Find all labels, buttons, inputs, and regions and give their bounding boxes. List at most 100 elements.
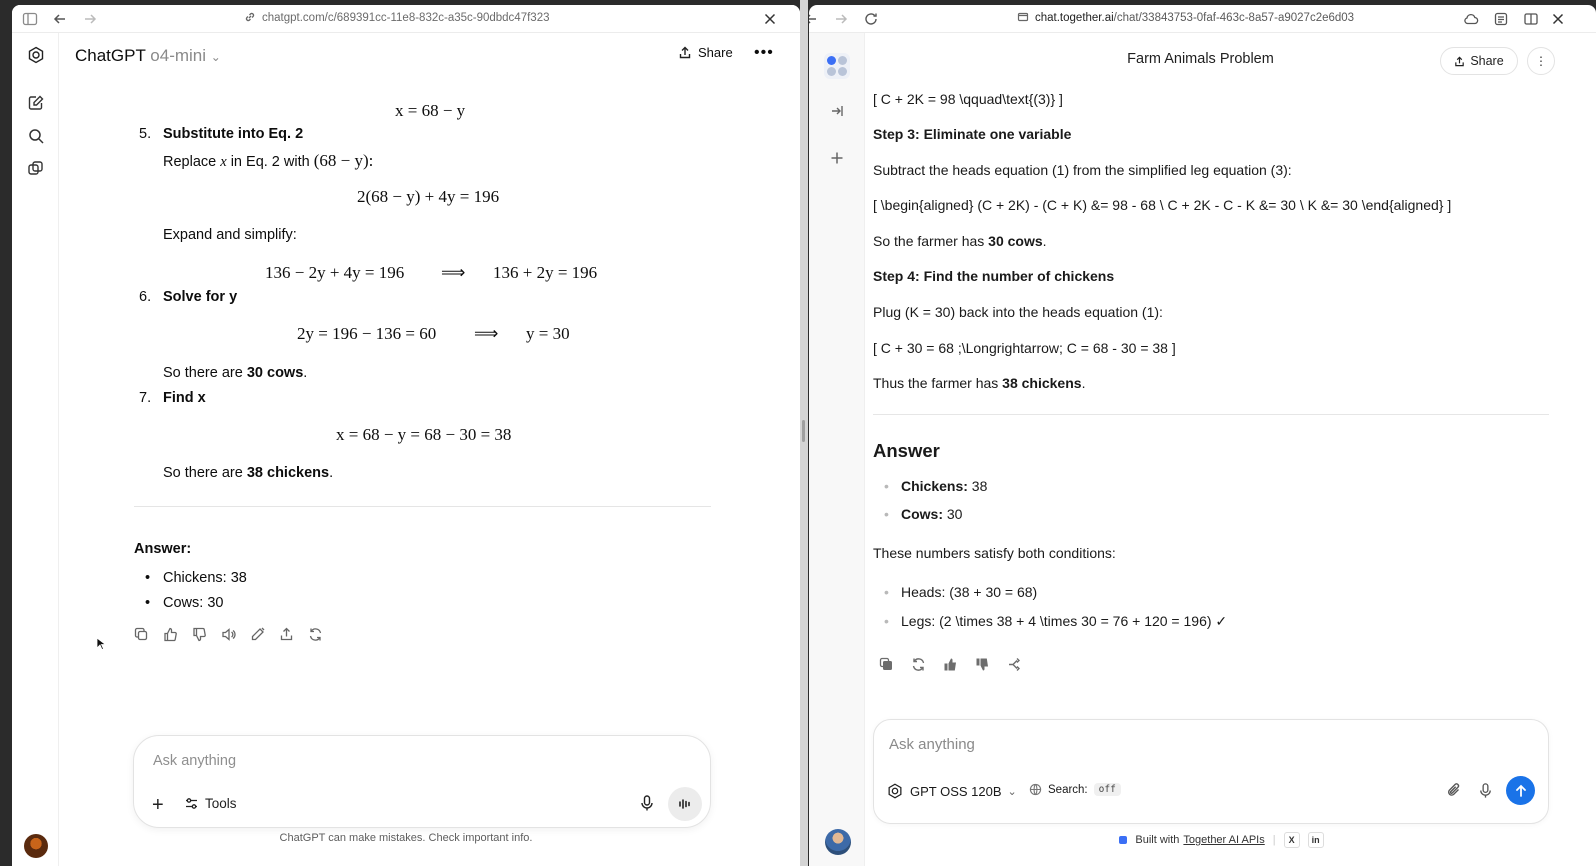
- search-icon[interactable]: [26, 126, 46, 146]
- back-arrow-icon[interactable]: [809, 11, 819, 27]
- close-icon[interactable]: [1550, 11, 1566, 27]
- globe-icon: [1029, 783, 1042, 796]
- model-name: o4-mini: [150, 46, 207, 65]
- forward-arrow-icon[interactable]: [833, 11, 849, 27]
- share-icon: [679, 46, 691, 58]
- chatgpt-window: chatgpt.com/c/689391cc-11e8-832c-a35c-90…: [12, 5, 800, 866]
- list-item: Chickens: 38: [884, 478, 987, 494]
- together-logo[interactable]: [824, 53, 850, 79]
- equation: 136 + 2y = 196: [493, 263, 598, 282]
- sliders-icon: [186, 798, 197, 809]
- address-bar[interactable]: chatgpt.com/c/689391cc-11e8-832c-a35c-90…: [244, 11, 549, 24]
- thumbs-down-icon[interactable]: [192, 627, 207, 642]
- reload-icon[interactable]: [863, 11, 879, 27]
- waveform-icon: [679, 799, 690, 809]
- step-number: 7.: [139, 390, 152, 406]
- more-options-button[interactable]: ⋮: [1527, 47, 1555, 75]
- together-apis-link[interactable]: Together AI APIs: [1183, 834, 1264, 846]
- library-icon[interactable]: [26, 159, 46, 179]
- read-aloud-icon[interactable]: [221, 627, 236, 642]
- paragraph: [ \begin{aligned} (C + 2K) - (C + K) &= …: [873, 197, 1452, 213]
- share-button[interactable]: Share: [678, 45, 733, 60]
- window-divider[interactable]: [800, 0, 808, 866]
- thumbs-down-icon[interactable]: [975, 657, 990, 672]
- link-icon: [244, 11, 256, 23]
- step-title: Find x: [163, 390, 206, 406]
- equation: y = 30: [526, 324, 570, 343]
- reader-icon[interactable]: [1493, 11, 1509, 27]
- add-attachment-button[interactable]: +: [152, 794, 164, 817]
- equation: 2y = 196 − 136 = 60: [297, 324, 437, 343]
- regenerate-icon[interactable]: [911, 657, 926, 672]
- user-avatar[interactable]: [825, 829, 851, 855]
- implies-arrow: ⟹: [474, 324, 499, 343]
- step-heading: Step 3: Eliminate one variable: [873, 126, 1072, 142]
- list-item: Cows: 30: [145, 595, 224, 611]
- paragraph: Expand and simplify:: [163, 227, 297, 243]
- composer-input[interactable]: Ask anything: [889, 736, 975, 753]
- regenerate-icon[interactable]: [308, 627, 323, 642]
- chat-composer[interactable]: Ask anything GPT OSS 120B ⌄ Search: off: [873, 719, 1549, 824]
- footer-text: Built with: [1135, 834, 1180, 846]
- attach-icon[interactable]: [1446, 782, 1463, 799]
- disclaimer: ChatGPT can make mistakes. Check importa…: [279, 832, 533, 844]
- paragraph: Thus the farmer has 38 chickens.: [873, 375, 1086, 391]
- more-options-button[interactable]: •••: [754, 44, 774, 62]
- resize-handle[interactable]: [802, 420, 805, 442]
- thumbs-up-icon[interactable]: [163, 627, 178, 642]
- paragraph: Subtract the heads equation (1) from the…: [873, 162, 1292, 178]
- together-mini-logo: [1119, 836, 1128, 844]
- model-selector[interactable]: ChatGPT o4-mini ⌄: [75, 46, 221, 66]
- search-toggle[interactable]: Search: off: [1029, 783, 1121, 796]
- step-number: 6.: [139, 289, 152, 305]
- share-icon[interactable]: [279, 627, 294, 642]
- share-button[interactable]: Share: [1440, 47, 1518, 75]
- close-icon[interactable]: [762, 11, 778, 27]
- microphone-icon[interactable]: [1477, 782, 1494, 799]
- divider: [873, 414, 1549, 415]
- model-selector[interactable]: GPT OSS 120B ⌄: [886, 782, 1017, 800]
- url-path: /chat/33843753-0faf-463c-8a57-a9027c2e6d…: [1113, 12, 1355, 24]
- site-info-icon: [1017, 11, 1029, 23]
- copy-icon[interactable]: [879, 657, 894, 672]
- back-arrow-icon[interactable]: [52, 11, 68, 27]
- separator: |: [1272, 834, 1276, 846]
- paragraph: So there are 30 cows.: [163, 365, 308, 381]
- copy-icon[interactable]: [134, 627, 149, 642]
- together-window: chat.together.ai/chat/33843753-0faf-463c…: [809, 5, 1596, 866]
- mouse-cursor: [96, 637, 106, 651]
- tools-button[interactable]: Tools: [184, 796, 237, 811]
- chat-composer[interactable]: Ask anything + Tools: [133, 735, 711, 828]
- send-button[interactable]: [1506, 776, 1535, 805]
- cloud-icon[interactable]: [1463, 11, 1479, 27]
- paragraph: [ C + 2K = 98 \qquad\text{(3)} ]: [873, 91, 1063, 107]
- voice-mode-button[interactable]: [668, 787, 702, 821]
- search-label: Search:: [1048, 783, 1088, 796]
- edit-icon[interactable]: [250, 627, 265, 642]
- composer-input[interactable]: Ask anything: [153, 753, 236, 769]
- list-item: Chickens: 38: [145, 570, 247, 586]
- branch-icon[interactable]: [1007, 657, 1022, 672]
- split-view-icon[interactable]: [1523, 11, 1539, 27]
- chat-header: ChatGPT o4-mini ⌄ Share •••: [59, 33, 800, 79]
- tools-label: Tools: [205, 796, 237, 811]
- sidebar-toggle-icon[interactable]: [22, 11, 38, 27]
- share-label: Share: [698, 45, 733, 60]
- address-bar[interactable]: chat.together.ai/chat/33843753-0faf-463c…: [1017, 11, 1354, 24]
- answer-heading: Answer: [873, 440, 940, 461]
- app-name: ChatGPT: [75, 46, 146, 65]
- new-chat-icon[interactable]: [26, 93, 46, 113]
- equation: 2(68 − y) + 4y = 196: [357, 187, 500, 206]
- expand-sidebar-icon[interactable]: [829, 103, 845, 119]
- url-text: chatgpt.com/c/689391cc-11e8-832c-a35c-90…: [262, 12, 550, 24]
- linkedin-link[interactable]: in: [1307, 832, 1324, 848]
- openai-logo-icon[interactable]: [26, 45, 46, 65]
- thumbs-up-icon[interactable]: [943, 657, 958, 672]
- x-social-link[interactable]: X: [1283, 832, 1300, 848]
- divider: [134, 506, 711, 507]
- microphone-icon[interactable]: [638, 794, 656, 812]
- new-chat-plus-icon[interactable]: [829, 150, 845, 166]
- url-domain: chat.together.ai: [1035, 12, 1114, 24]
- forward-arrow-icon[interactable]: [82, 11, 98, 27]
- paragraph: So the farmer has 30 cows.: [873, 233, 1047, 249]
